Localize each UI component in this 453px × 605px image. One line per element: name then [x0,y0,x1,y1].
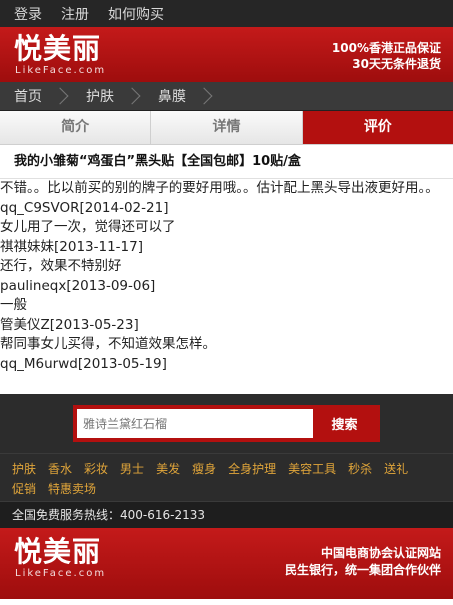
category-hair[interactable]: 美发 [156,460,180,477]
footer-certification: 中国电商协会认证网站 民生银行，统一集团合作伙伴 [285,545,441,579]
review-content: 一般 [0,297,27,313]
category-slimming[interactable]: 瘦身 [192,460,216,477]
category-perfume[interactable]: 香水 [48,460,72,477]
tab-intro[interactable]: 简介 [0,111,152,144]
search-button[interactable]: 搜索 [313,409,376,438]
login-link[interactable]: 登录 [14,4,42,24]
category-flash-sale[interactable]: 秒杀 [348,460,372,477]
logo-chinese: 悦美丽 [14,32,102,65]
review-author: qq_M6urwd[2013-05-19] [0,355,167,372]
tab-details[interactable]: 详情 [151,111,303,144]
footer-cert-line: 中国电商协会认证网站 [320,546,441,560]
category-makeup[interactable]: 彩妆 [84,460,108,477]
search-form: 搜索 [73,405,380,442]
category-body-care[interactable]: 全身护理 [228,460,276,477]
how-to-buy-link[interactable]: 如何购买 [108,4,164,24]
site-logo[interactable]: 悦美丽 LikeFace.com [14,32,107,77]
review-content: 还行，效果不特别好 [0,258,122,274]
tab-reviews[interactable]: 评价 [302,111,453,144]
footer-logo[interactable]: 悦美丽 LikeFace.com [14,535,107,580]
review-author: 祺祺妹妹[2013-11-17] [0,238,143,255]
category-beauty-tools[interactable]: 美容工具 [288,460,336,477]
breadcrumb: 首页 护肤 鼻膜 [0,82,453,111]
top-nav-bar: 登录 注册 如何购买 [0,0,453,27]
category-row: 护肤 香水 彩妆 男士 美发 瘦身 全身护理 美容工具 秒杀 送礼 [12,458,453,478]
review-content: 帮同事女儿买得，不知道效果怎样。 [0,336,216,352]
product-title: 我的小雏菊“鸡蛋白”黑头贴【全国包邮】10贴/盒 [0,145,453,179]
logo-english: LikeFace.com [15,65,107,76]
breadcrumb-skincare[interactable]: 护肤 [86,86,158,106]
chevron-right-icon [123,87,141,105]
category-special-offers[interactable]: 特惠卖场 [48,480,96,497]
search-input[interactable] [77,409,313,438]
category-gifts[interactable]: 送礼 [384,460,408,477]
search-section: 搜索 [0,394,453,453]
breadcrumb-label: 鼻膜 [158,89,186,105]
guarantee-return: 30天无条件退货 [352,57,441,71]
category-nav: 护肤 香水 彩妆 男士 美发 瘦身 全身护理 美容工具 秒杀 送礼 促销 特惠卖… [0,453,453,501]
review-author: qq_C9SVOR[2014-02-21] [0,199,169,216]
brand-header: 悦美丽 LikeFace.com 100%香港正品保证 30天无条件退货 [0,27,453,82]
review-author: 管美仪Z[2013-05-23] [0,316,139,333]
brand-guarantee: 100%香港正品保证 30天无条件退货 [332,40,441,72]
footer-partner-line: 民生银行，统一集团合作伙伴 [284,563,441,577]
breadcrumb-nose-strip[interactable]: 鼻膜 [158,86,230,106]
category-promotions[interactable]: 促销 [12,480,36,497]
breadcrumb-label: 护肤 [86,89,114,105]
chevron-right-icon [51,87,69,105]
category-row: 促销 特惠卖场 [12,478,453,498]
service-hotline: 全国免费服务热线：400-616-2133 [0,501,453,528]
review-author: paulineqx[2013-09-06] [0,277,156,294]
product-tabs: 简介 详情 评价 [0,111,453,145]
category-skincare[interactable]: 护肤 [12,460,36,477]
logo-chinese: 悦美丽 [14,535,102,568]
review-content: 女儿用了一次，觉得还可以了 [0,219,176,235]
review-content: 不错。。比以前买的别的牌子的要好用哦。。估计配上黑头导出液更好用。。 [0,180,439,196]
review-list: 不错。。比以前买的别的牌子的要好用哦。。估计配上黑头导出液更好用。。 qq_C9… [0,179,453,394]
register-link[interactable]: 注册 [61,4,89,24]
breadcrumb-home[interactable]: 首页 [14,86,86,106]
guarantee-authentic: 100%香港正品保证 [331,41,441,55]
chevron-right-icon [195,87,213,105]
footer-brand: 悦美丽 LikeFace.com 中国电商协会认证网站 民生银行，统一集团合作伙… [0,528,453,599]
logo-english: LikeFace.com [15,568,107,579]
category-men[interactable]: 男士 [120,460,144,477]
breadcrumb-label: 首页 [14,89,42,105]
